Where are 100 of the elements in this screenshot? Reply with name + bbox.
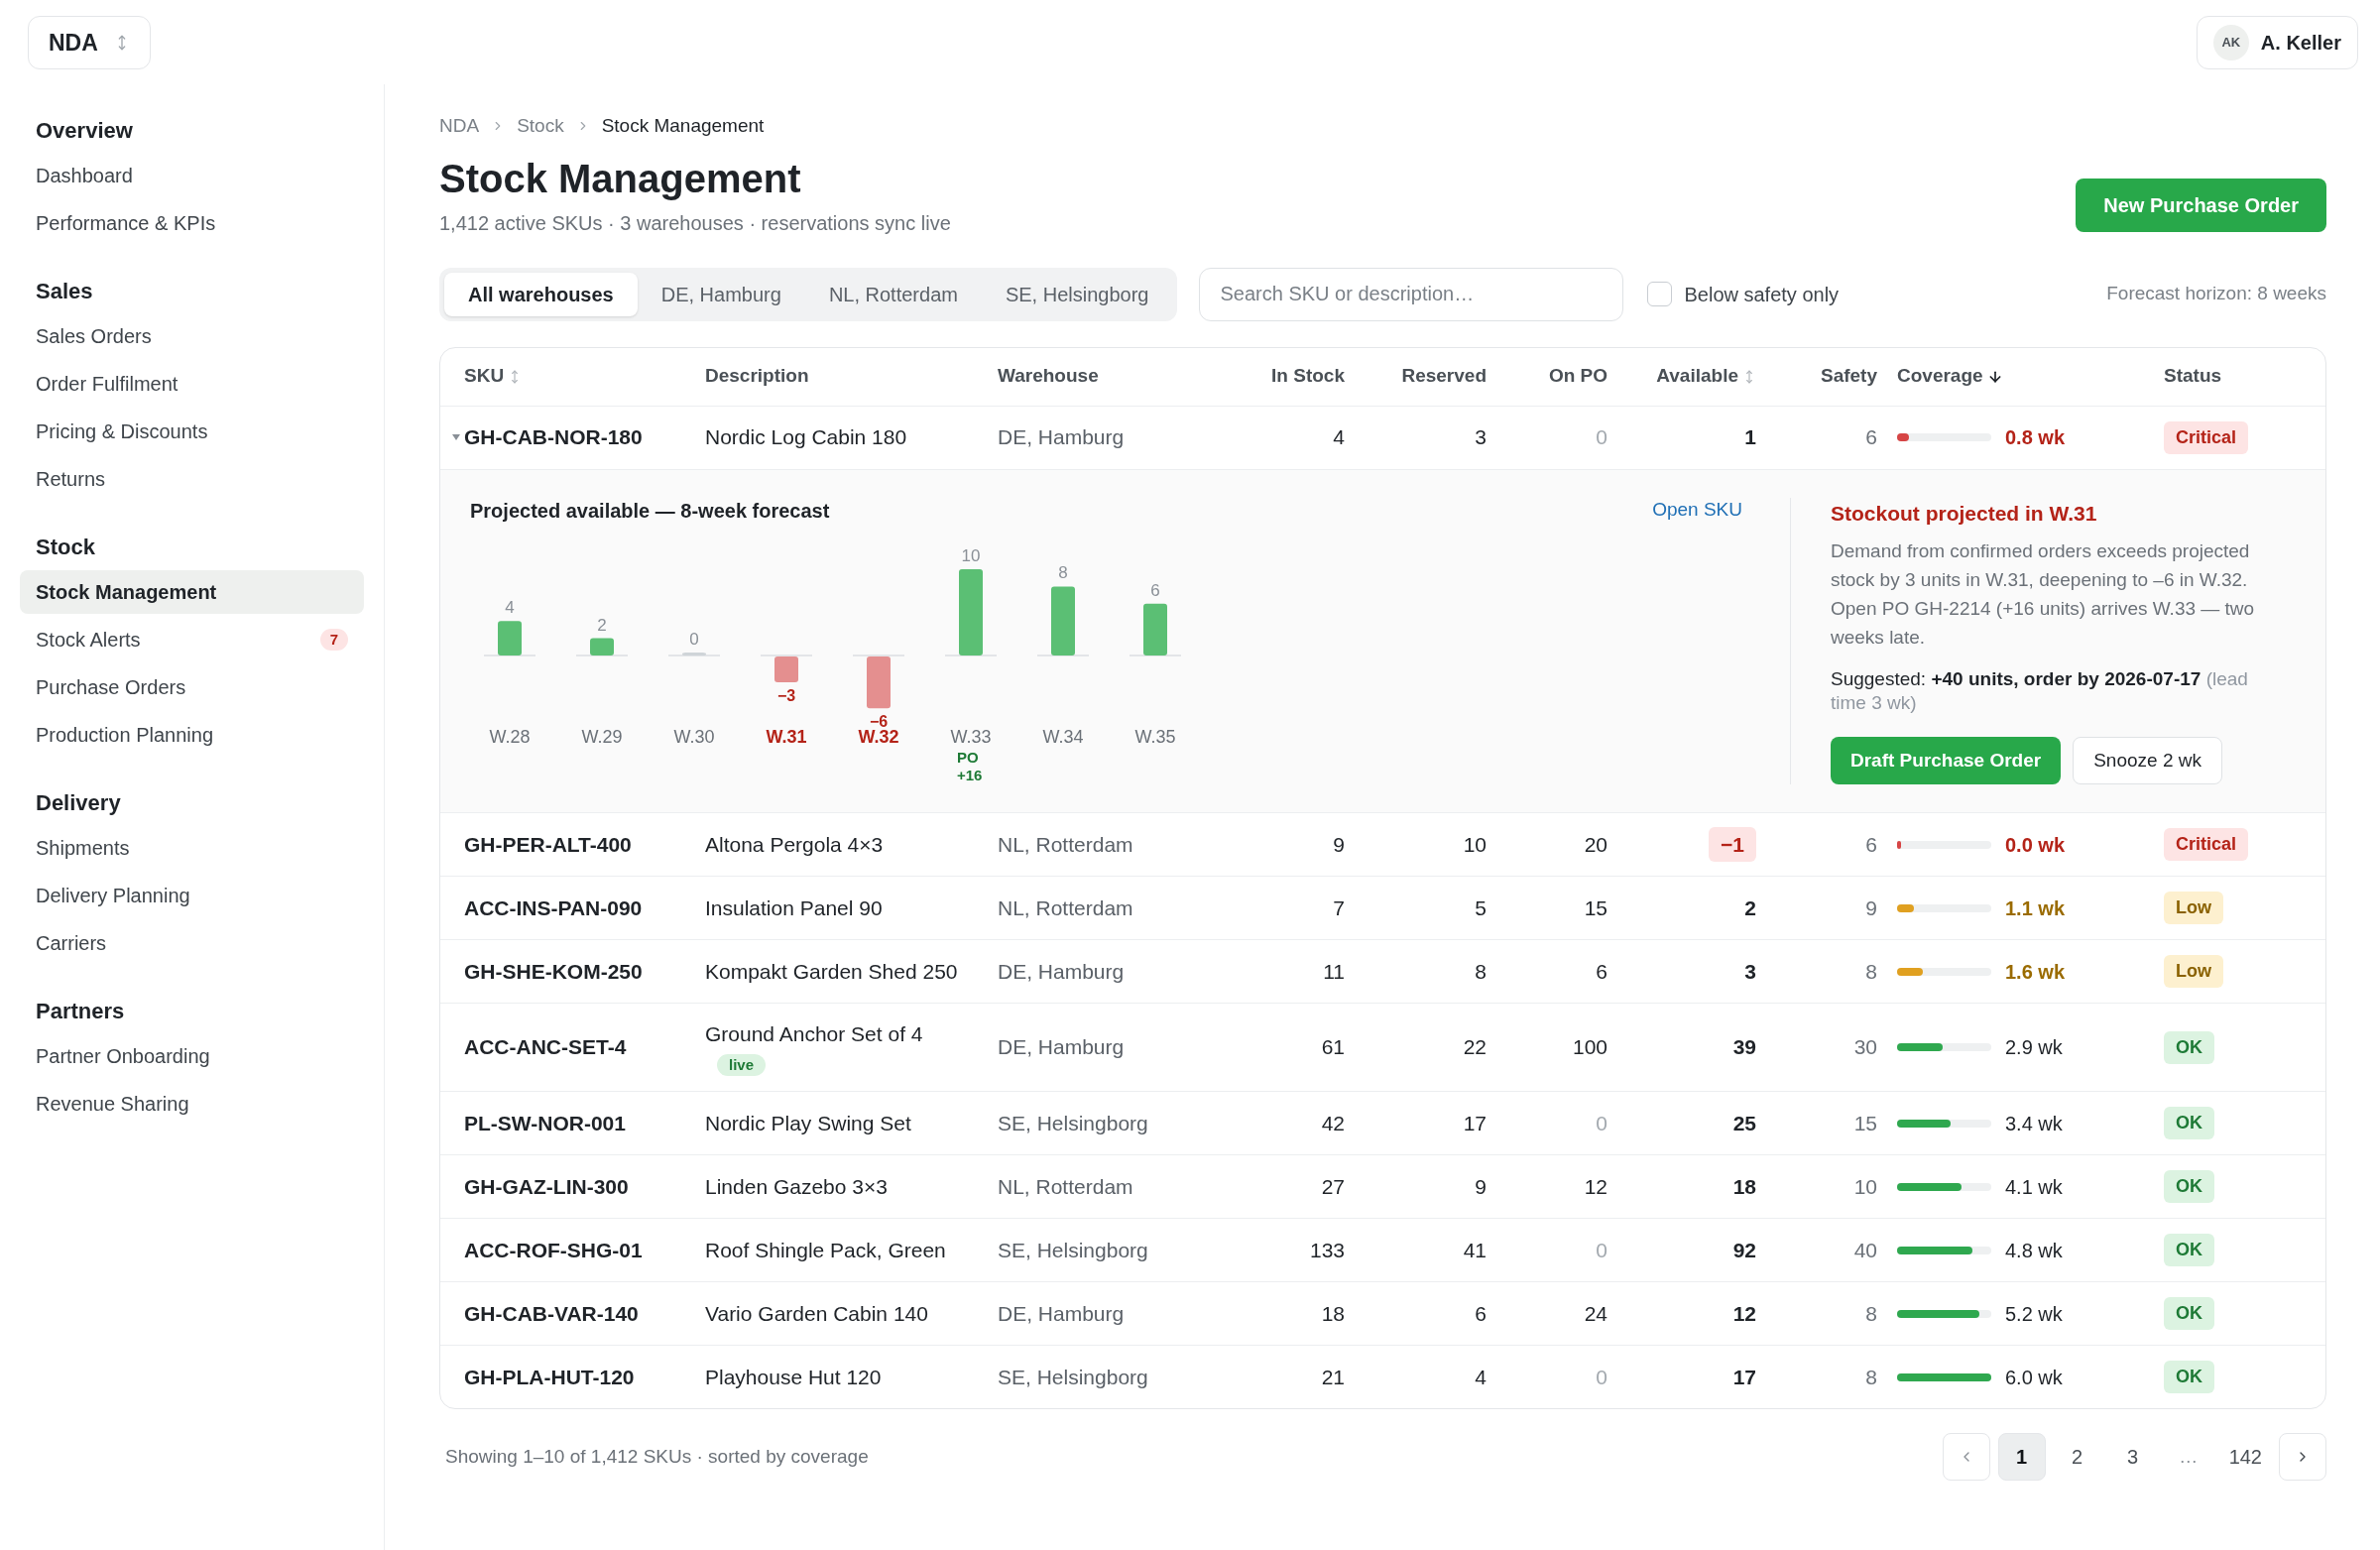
checkbox[interactable] <box>1647 282 1673 306</box>
page-subtitle: 1,412 active SKUs · 3 warehouses · reservations sync live <box>439 210 951 236</box>
available-value: 25 <box>1732 1110 1756 1136</box>
sidebar-item[interactable]: Stock Alerts 7 <box>20 618 364 661</box>
sidebar-item[interactable]: Pricing & Discounts <box>20 410 364 453</box>
available-value: 17 <box>1732 1364 1756 1390</box>
sidebar-item[interactable]: Performance & KPIs <box>20 201 364 245</box>
coverage-reading: 0.8 wk <box>2005 425 2066 450</box>
on-po-value: 24 <box>1584 1300 1607 1327</box>
in-stock-value: 27 <box>1321 1173 1345 1200</box>
warehouse-tab[interactable]: NL, Rotterdam <box>804 272 982 316</box>
warehouse-tab[interactable]: DE, Hamburg <box>637 272 805 316</box>
next-page-button[interactable] <box>2279 1433 2326 1481</box>
sidebar-heading: Overview <box>35 116 134 145</box>
alert-title: Stockout projected in W.31 <box>1831 500 2098 527</box>
column-header[interactable]: Available <box>1656 362 1738 391</box>
safety-value: 8 <box>1865 958 1877 985</box>
column-header[interactable]: Warehouse <box>998 362 1099 391</box>
on-po-value: 6 <box>1596 958 1607 985</box>
warehouse-text: DE, Hamburg <box>998 1034 1125 1061</box>
warehouse-text: NL, Rotterdam <box>998 831 1133 858</box>
description-text: Vario Garden Cabin 140 <box>705 1300 929 1327</box>
workspace-switcher[interactable]: NDA <box>28 16 151 69</box>
description-text: Playhouse Hut 120 <box>705 1364 883 1390</box>
reserved-value: 17 <box>1463 1110 1487 1136</box>
warehouse-tab[interactable]: All warehouses <box>444 272 638 316</box>
chart-annotation: PO +16 <box>957 748 983 783</box>
reserved-value: 4 <box>1475 1364 1487 1390</box>
sidebar-item[interactable]: Production Planning <box>20 713 364 757</box>
column-header[interactable]: Coverage <box>1897 362 1983 391</box>
sidebar-item[interactable]: Returns <box>20 457 364 501</box>
user-menu-button[interactable]: AK A. Keller <box>2196 16 2358 69</box>
chart-bar <box>867 656 891 708</box>
column-header[interactable]: SKU <box>464 362 505 391</box>
sidebar-item[interactable]: Delivery Planning <box>20 874 364 917</box>
chart-bar <box>1051 585 1075 656</box>
caret-icon[interactable] <box>452 434 460 440</box>
column-header[interactable]: Reserved <box>1401 362 1487 391</box>
column-header[interactable]: On PO <box>1548 362 1607 391</box>
chart-bar <box>498 620 522 656</box>
bar-value-label: 8 <box>1058 562 1068 582</box>
results-summary: Showing 1–10 of 1,412 SKUs · sorted by coverage <box>445 1444 869 1469</box>
search-field[interactable]: Search SKU or description… <box>1199 267 1624 321</box>
bar-value-label: −3 <box>776 686 796 704</box>
sku-text: GH-PLA-HUT-120 <box>464 1364 635 1390</box>
coverage-reading: 1.1 wk <box>2005 895 2066 921</box>
column-header[interactable]: Description <box>705 362 809 391</box>
breadcrumb-link[interactable]: Stock <box>517 112 564 141</box>
sku-text: PL-SW-NOR-001 <box>464 1110 626 1136</box>
warehouse-text: SE, Helsingborg <box>998 1237 1148 1263</box>
warehouse-text: NL, Rotterdam <box>998 1173 1133 1200</box>
warehouse-tab[interactable]: SE, Helsingborg <box>981 272 1173 316</box>
page-button[interactable]: 1 <box>1997 1433 2046 1481</box>
on-po-value: 20 <box>1584 831 1607 858</box>
bar-value-label: 0 <box>689 629 699 649</box>
live-tag: live <box>717 1053 767 1076</box>
axis-label: W.30 <box>673 726 715 747</box>
sku-text: GH-CAB-NOR-180 <box>464 424 643 451</box>
in-stock-value: 9 <box>1333 831 1345 858</box>
previous-page-button[interactable] <box>1942 1433 1990 1481</box>
safety-value: 6 <box>1865 424 1877 451</box>
sidebar-item[interactable]: Purchase Orders <box>20 665 364 709</box>
on-po-value: 15 <box>1584 894 1607 921</box>
page-title: Stock Management <box>439 155 802 202</box>
column-header[interactable]: Safety <box>1820 362 1877 391</box>
sidebar-item[interactable]: Partner Onboarding <box>20 1034 364 1078</box>
axis-label: W.29 <box>581 726 623 747</box>
sku-text: ACC-INS-PAN-090 <box>464 894 643 921</box>
sidebar-item[interactable]: Stock Management <box>20 570 364 614</box>
sidebar-heading: Sales <box>35 277 94 305</box>
on-po-value: 100 <box>1572 1034 1607 1061</box>
user-avatar: AK <box>2212 25 2249 60</box>
available-value: 92 <box>1732 1237 1756 1263</box>
breadcrumb-link[interactable]: NDA <box>439 112 480 141</box>
coverage-reading: 1.6 wk <box>2005 959 2066 985</box>
sidebar-item[interactable]: Sales Orders <box>20 314 364 358</box>
sidebar-item[interactable]: Order Fulfilment <box>20 362 364 406</box>
sidebar-item[interactable]: Dashboard <box>20 154 364 197</box>
sku-text: GH-GAZ-LIN-300 <box>464 1173 629 1200</box>
sidebar-item[interactable]: Shipments <box>20 826 364 870</box>
warehouse-text: DE, Hamburg <box>998 958 1125 985</box>
bar-value-label: 6 <box>1150 580 1160 600</box>
column-header[interactable]: In Stock <box>1271 362 1345 391</box>
axis-label: W.33 <box>950 726 992 747</box>
snooze-button[interactable]: Snooze 2 wk <box>2073 737 2222 784</box>
status-badge: OK <box>2164 1170 2214 1203</box>
coverage-reading: 4.1 wk <box>2005 1174 2063 1200</box>
bar-value-label: 10 <box>961 545 981 565</box>
reserved-value: 22 <box>1463 1034 1487 1061</box>
checkbox-label: Below safety only <box>1684 282 1840 307</box>
description-text: Ground Anchor Set of 4 <box>705 1021 924 1048</box>
forecast-horizon-text: Forecast horizon: 8 weeks <box>2106 282 2326 306</box>
open-sku-link[interactable]: Open SKU <box>1652 496 1742 525</box>
reserved-value: 6 <box>1475 1300 1487 1327</box>
sidebar-item[interactable]: Revenue Sharing <box>20 1082 364 1126</box>
sidebar-item[interactable]: Carriers <box>20 921 364 965</box>
available-value: 3 <box>1744 958 1756 985</box>
axis-label: W.31 <box>766 726 807 747</box>
column-header[interactable]: Status <box>2164 362 2222 391</box>
chart-bar <box>682 652 706 656</box>
